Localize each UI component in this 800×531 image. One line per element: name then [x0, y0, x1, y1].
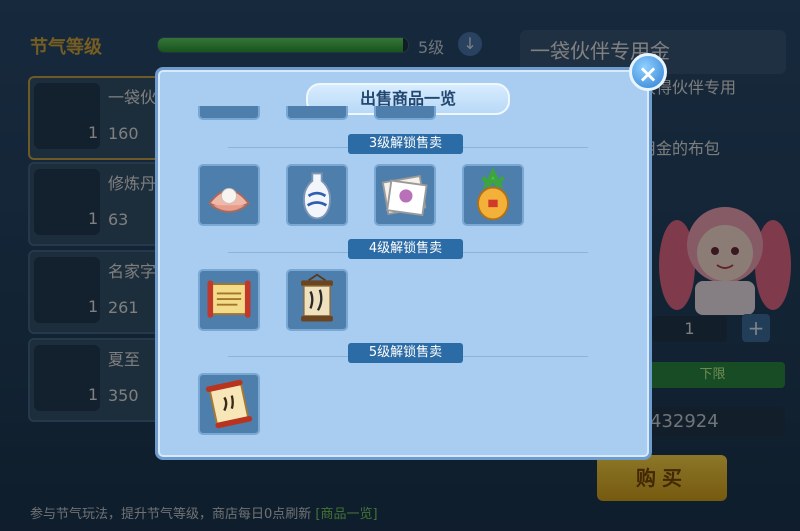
item-slot[interactable]: [286, 269, 348, 331]
section-label-level3: 3级解锁售卖: [348, 134, 463, 154]
solar-term-scroll-icon: [205, 379, 253, 429]
section-label-level4: 4级解锁售卖: [348, 239, 463, 259]
pineapple-pouch-icon: [477, 167, 509, 221]
item-slot-partial: [374, 106, 436, 120]
item-slot[interactable]: [374, 164, 436, 226]
close-button[interactable]: ×: [629, 53, 667, 91]
item-slot-partial: [286, 106, 348, 120]
item-slot[interactable]: [198, 373, 260, 435]
open-scroll-icon: [207, 280, 251, 318]
pearl-shell-icon: [207, 187, 251, 213]
section-label-level5: 5级解锁售卖: [348, 343, 463, 363]
blue-vase-icon: [302, 172, 332, 220]
item-slot[interactable]: [462, 164, 524, 226]
item-slot[interactable]: [286, 164, 348, 226]
goods-list-modal: 出售商品一览 3级解锁售卖 4级解锁售卖 5级解锁售卖: [155, 67, 652, 460]
item-slot[interactable]: [198, 269, 260, 331]
painting-scroll-icon: [381, 175, 428, 217]
item-slot-partial: [198, 106, 260, 120]
hanging-calligraphy-icon: [301, 273, 333, 322]
item-slot[interactable]: [198, 164, 260, 226]
